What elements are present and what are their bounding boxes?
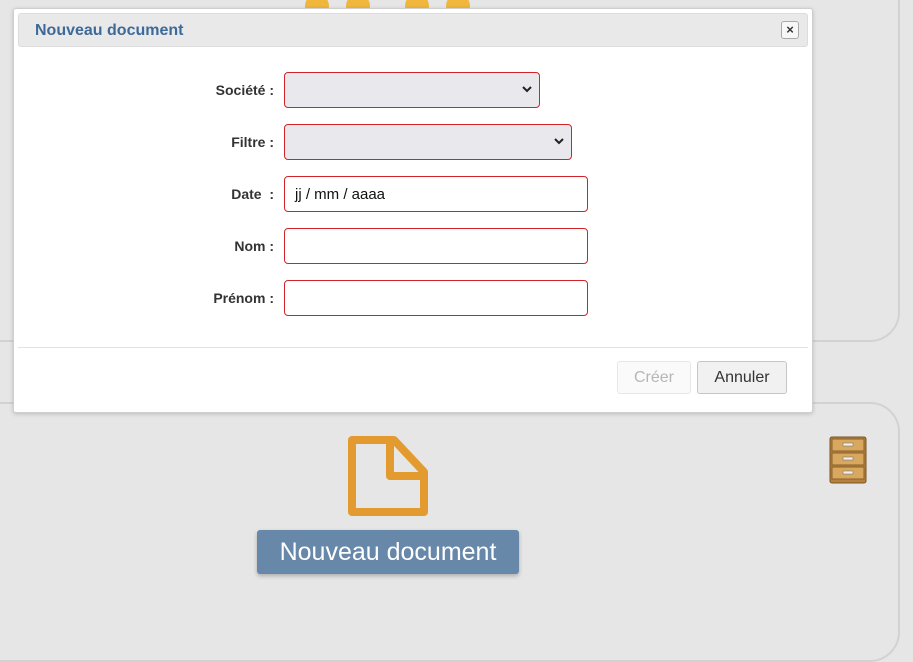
date-label: Date : [231,186,274,202]
form-row-filtre: Filtre : [14,124,814,160]
cancel-button[interactable]: Annuler [697,361,787,394]
filtre-label: Filtre : [231,134,274,150]
form-row-nom: Nom : [14,228,814,264]
new-document-button[interactable]: Nouveau document [257,530,519,574]
dialog-title: Nouveau document [35,22,184,39]
nom-input[interactable] [284,228,588,264]
close-icon[interactable]: × [781,21,799,39]
form-row-prenom: Prénom : [14,280,814,316]
filtre-select[interactable] [284,124,572,160]
nom-label: Nom : [234,238,274,254]
new-document-dialog: Nouveau document × Société : Filtre : Da… [13,8,813,413]
prenom-input[interactable] [284,280,588,316]
form-row-date: Date : jj / mm / aaaa [14,176,814,212]
date-input[interactable]: jj / mm / aaaa [284,176,588,212]
filing-cabinet-icon[interactable] [828,435,868,485]
date-placeholder: jj / mm / aaaa [295,186,386,203]
chevron-down-icon [522,86,532,93]
prenom-label: Prénom : [213,290,274,306]
create-button[interactable]: Créer [617,361,691,394]
divider [18,347,808,348]
chevron-down-icon [554,138,564,145]
dialog-header: Nouveau document × [18,13,808,47]
document-icon[interactable] [346,434,430,518]
societe-label: Société : [215,82,274,98]
societe-select[interactable] [284,72,540,108]
form-row-societe: Société : [14,72,814,108]
